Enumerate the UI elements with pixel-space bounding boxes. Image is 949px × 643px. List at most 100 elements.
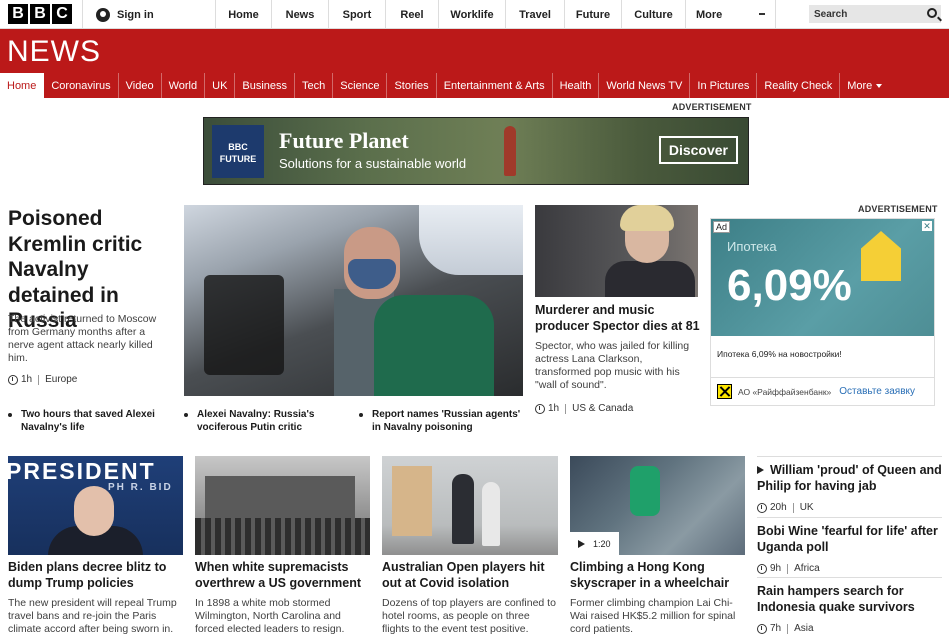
bbc-logo[interactable]: B B C xyxy=(8,4,72,24)
lead-summary: The activist returned to Moscow from Ger… xyxy=(8,313,157,364)
list-item[interactable]: Rain hampers search for Indonesia quake … xyxy=(757,577,942,634)
bank-logo-icon xyxy=(717,384,732,399)
list-item-tag[interactable]: Asia xyxy=(794,623,813,634)
image-hair xyxy=(620,205,674,231)
ad-rate: 6,09% xyxy=(727,261,852,310)
related-link-text: Alexei Navalny: Russia's vociferous Puti… xyxy=(197,409,315,433)
spector-headline[interactable]: Murderer and music producer Spector dies… xyxy=(535,302,700,334)
news-nav-business[interactable]: Business xyxy=(235,73,296,98)
related-link-text: Report names 'Russian agents' in Navalny… xyxy=(372,409,521,433)
related-link-text: Two hours that saved Alexei Navalny's li… xyxy=(21,409,155,433)
lead-tag[interactable]: Europe xyxy=(45,374,77,385)
news-nav-science[interactable]: Science xyxy=(333,73,388,98)
image-face xyxy=(74,486,114,536)
spector-summary: Spector, who was jailed for killing actr… xyxy=(535,340,690,391)
news-header: NEWS Home Coronavirus Video World UK Bus… xyxy=(0,29,949,98)
news-nav-tech[interactable]: Tech xyxy=(295,73,334,98)
ad-cta-link[interactable]: Оставьте заявку xyxy=(839,386,915,397)
news-logo[interactable]: NEWS xyxy=(7,35,101,69)
top-nav-more[interactable]: More xyxy=(686,0,776,29)
wilmington-image[interactable] xyxy=(195,456,370,555)
navalny-image[interactable] xyxy=(184,205,523,396)
discover-button[interactable]: Discover xyxy=(658,136,738,164)
clock-icon xyxy=(8,374,18,385)
image-window xyxy=(419,205,523,275)
bullet-icon xyxy=(359,413,363,417)
sign-in-link[interactable]: Sign in xyxy=(82,0,216,29)
bullet-icon xyxy=(8,413,12,417)
australian-open-image[interactable] xyxy=(382,456,558,555)
top-nav-news[interactable]: News xyxy=(272,0,329,29)
list-item-meta: 20h UK xyxy=(757,502,942,513)
news-nav-more[interactable]: More xyxy=(840,73,889,98)
news-nav-health[interactable]: Health xyxy=(553,73,600,98)
close-icon[interactable]: ✕ xyxy=(922,221,932,231)
top-nav-reel[interactable]: Reel xyxy=(386,0,439,29)
news-nav-in-pictures[interactable]: In Pictures xyxy=(690,73,758,98)
clock-icon xyxy=(757,623,767,634)
list-item[interactable]: William 'proud' of Queen and Philip for … xyxy=(757,456,942,513)
news-nav-home[interactable]: Home xyxy=(0,73,45,98)
related-link[interactable]: Alexei Navalny: Russia's vociferous Puti… xyxy=(184,409,349,434)
banner-subtitle: Solutions for a sustainable world xyxy=(279,156,467,171)
news-nav-video[interactable]: Video xyxy=(119,73,162,98)
spector-tag[interactable]: US & Canada xyxy=(572,403,633,414)
meta-divider xyxy=(565,403,567,414)
video-duration: 1:20 xyxy=(593,538,611,549)
clock-icon xyxy=(757,502,767,513)
logo-letter: C xyxy=(52,4,72,24)
news-nav-world-news-tv[interactable]: World News TV xyxy=(599,73,691,98)
image-phones xyxy=(204,275,284,375)
spector-image[interactable] xyxy=(535,205,698,297)
list-item-title: Rain hampers search for Indonesia quake … xyxy=(757,584,915,614)
raiffeisen-ad[interactable]: Ипотека 6,09% Ad ✕ Ипотека 6,09% на ново… xyxy=(710,218,935,406)
related-link[interactable]: Two hours that saved Alexei Navalny's li… xyxy=(8,409,173,434)
meta-divider xyxy=(787,623,789,634)
wilmington-headline[interactable]: When white supremacists overthrew a US g… xyxy=(195,560,370,591)
top-nav-more-label: More xyxy=(696,8,723,21)
hong-kong-headline[interactable]: Climbing a Hong Kong skyscraper in a whe… xyxy=(570,560,745,591)
image-body xyxy=(605,261,695,297)
top-nav-worklife[interactable]: Worklife xyxy=(439,0,506,29)
news-nav-uk[interactable]: UK xyxy=(205,73,236,98)
logo-letter: B xyxy=(8,4,28,24)
ad-advertiser: АО «Райффайзенбанк» xyxy=(738,386,832,397)
news-nav-reality-check[interactable]: Reality Check xyxy=(757,73,841,98)
list-item-tag[interactable]: UK xyxy=(800,502,814,513)
hong-kong-image[interactable]: 1:20 xyxy=(570,456,745,555)
news-nav-world[interactable]: World xyxy=(162,73,206,98)
news-nav-more-label: More xyxy=(847,79,873,92)
list-item-time: 9h xyxy=(770,563,782,574)
ad-badge: Ad xyxy=(713,221,731,233)
search-icon[interactable] xyxy=(927,8,937,18)
list-item[interactable]: Bobi Wine 'fearful for life' after Ugand… xyxy=(757,517,942,574)
play-icon xyxy=(757,466,764,474)
news-nav-stories[interactable]: Stories xyxy=(387,73,437,98)
top-nav-sport[interactable]: Sport xyxy=(329,0,386,29)
biden-image[interactable]: PRESIDENT PH R. BID xyxy=(8,456,183,555)
list-item-tag[interactable]: Africa xyxy=(794,563,820,574)
list-item-meta: 9h Africa xyxy=(757,563,942,574)
list-item-time: 7h xyxy=(770,623,782,634)
image-caption-president: PRESIDENT xyxy=(8,458,156,484)
meta-divider xyxy=(38,374,40,385)
news-nav-coronavirus[interactable]: Coronavirus xyxy=(44,73,119,98)
top-nav-culture[interactable]: Culture xyxy=(622,0,686,29)
top-nav-future[interactable]: Future xyxy=(565,0,622,29)
clock-icon xyxy=(757,563,767,574)
search-input[interactable]: Search xyxy=(809,5,941,23)
top-nav-home[interactable]: Home xyxy=(216,0,272,29)
biden-headline[interactable]: Biden plans decree blitz to dump Trump p… xyxy=(8,560,183,591)
australian-open-headline[interactable]: Australian Open players hit out at Covid… xyxy=(382,560,558,591)
future-planet-banner-ad[interactable]: BBC FUTURE Future Planet Solutions for a… xyxy=(203,117,749,185)
related-link[interactable]: Report names 'Russian agents' in Navalny… xyxy=(359,409,529,434)
lead-meta: 1h Europe xyxy=(8,374,77,385)
top-nav-travel[interactable]: Travel xyxy=(506,0,565,29)
hong-kong-summary: Former climbing champion Lai Chi-Wai rai… xyxy=(570,597,736,635)
video-play-badge[interactable]: 1:20 xyxy=(570,532,619,555)
house-icon xyxy=(861,231,901,281)
bbc-future-logo: BBC FUTURE xyxy=(212,125,264,178)
news-nav-entertainment[interactable]: Entertainment & Arts xyxy=(437,73,553,98)
play-icon xyxy=(578,539,585,548)
advertisement-label: ADVERTISEMENT xyxy=(858,204,938,214)
